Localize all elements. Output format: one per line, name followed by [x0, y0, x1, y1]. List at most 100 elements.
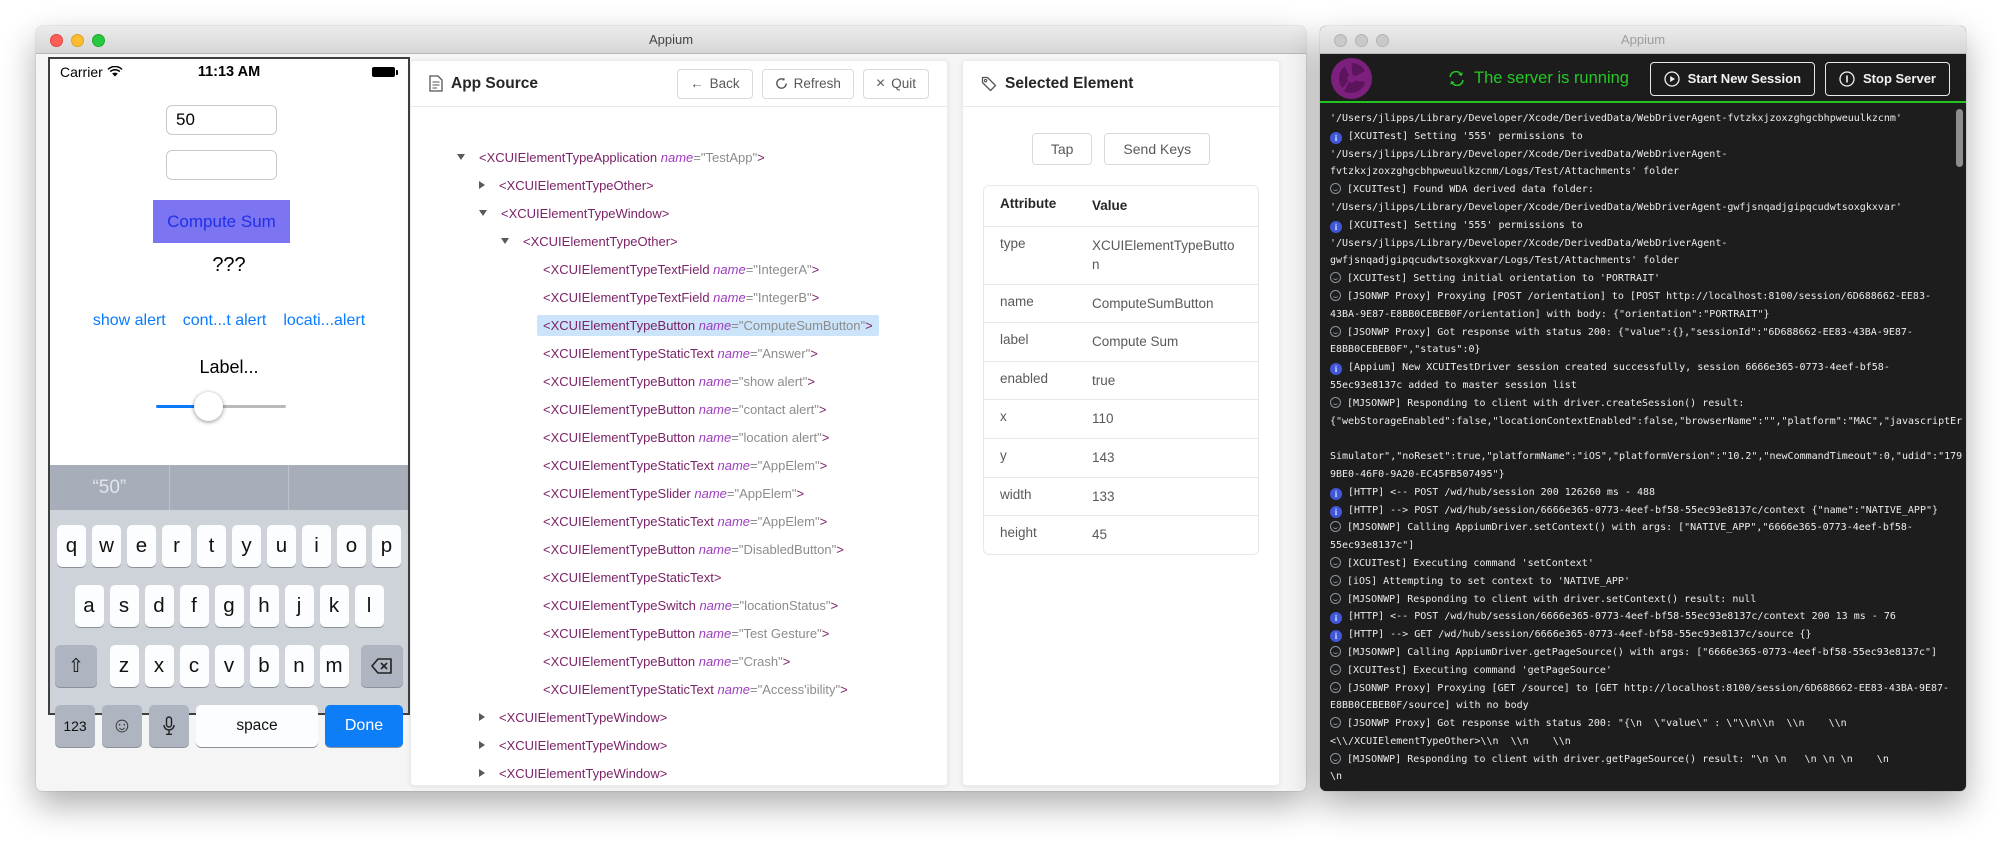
integer-b-field[interactable]	[166, 150, 277, 180]
phone-status-bar: Carrier 11:13 AM	[50, 59, 408, 85]
letter-key[interactable]: q	[57, 525, 86, 567]
done-key[interactable]: Done	[325, 705, 403, 747]
letter-key[interactable]: y	[232, 525, 261, 567]
letter-key[interactable]: a	[74, 585, 104, 627]
tree-node[interactable]: <XCUIElementTypeWindow>	[411, 759, 947, 787]
tree-node[interactable]: <XCUIElementTypeButton name="Test Gestur…	[411, 619, 947, 647]
attribute-name: height	[1000, 525, 1037, 541]
tree-node[interactable]: <XCUIElementTypeButton name="DisabledBut…	[411, 535, 947, 563]
caret-down-icon[interactable]	[457, 154, 465, 160]
letter-key[interactable]: p	[372, 525, 401, 567]
letter-key[interactable]: t	[197, 525, 226, 567]
letter-key[interactable]: v	[214, 645, 244, 687]
tree-node-xml: <XCUIElementTypeSwitch name="locationSta…	[543, 597, 839, 613]
tree-node[interactable]: <XCUIElementTypeWindow>	[411, 731, 947, 759]
tree-node[interactable]: <XCUIElementTypeStaticText name="Access'…	[411, 675, 947, 703]
tree-node-xml: <XCUIElementTypeTextField name="IntegerB…	[543, 289, 820, 305]
shift-key[interactable]: ⇧	[55, 645, 97, 687]
tree-node[interactable]: <XCUIElementTypeSlider name="AppElem">	[411, 479, 947, 507]
server-log[interactable]: '/Users/jlipps/Library/Developer/Xcode/D…	[1320, 103, 1966, 789]
tree-node-xml: <XCUIElementTypeApplication name="TestAp…	[479, 149, 765, 165]
tree-node[interactable]: <XCUIElementTypeStaticText name="Answer"…	[411, 339, 947, 367]
suggestion-item[interactable]: “50”	[50, 465, 169, 510]
info-icon: i	[1330, 505, 1342, 518]
caret-right-icon[interactable]	[479, 713, 485, 721]
dictation-key[interactable]	[149, 705, 189, 747]
info-icon: i	[1330, 363, 1342, 376]
letter-key[interactable]: k	[319, 585, 349, 627]
inspector-window: Appium Carrier 11:13 AM Compute Sum ??? …	[36, 26, 1306, 791]
letter-key[interactable]: d	[144, 585, 174, 627]
tree-node[interactable]: <XCUIElementTypeButton name="show alert"…	[411, 367, 947, 395]
integer-a-field[interactable]	[166, 105, 277, 135]
tree-node[interactable]: <XCUIElementTypeButton name="ComputeSumB…	[411, 311, 947, 339]
caret-down-icon[interactable]	[479, 210, 487, 216]
send-keys-button[interactable]: Send Keys	[1104, 133, 1211, 165]
log-text: [JSONWP Proxy] Got response with status …	[1347, 718, 1847, 730]
quit-button[interactable]: × Quit	[862, 68, 929, 99]
caret-right-icon[interactable]	[479, 181, 485, 189]
letter-key[interactable]: n	[284, 645, 314, 687]
inspector-titlebar[interactable]: Appium	[36, 26, 1306, 54]
device-screenshot[interactable]: Carrier 11:13 AM Compute Sum ??? show al…	[48, 57, 410, 747]
tree-node[interactable]: <XCUIElementTypeStaticText>	[411, 563, 947, 591]
letter-key[interactable]: s	[109, 585, 139, 627]
letter-key[interactable]: w	[92, 525, 121, 567]
caret-down-icon[interactable]	[501, 238, 509, 244]
caret-right-icon[interactable]	[479, 741, 485, 749]
caret-right-icon[interactable]	[479, 769, 485, 777]
emoji-key[interactable]: ☺	[102, 705, 142, 747]
letter-key[interactable]: f	[179, 585, 209, 627]
letter-key[interactable]: b	[249, 645, 279, 687]
scrollbar-thumb[interactable]	[1956, 109, 1963, 167]
letter-key[interactable]: c	[179, 645, 209, 687]
start-new-session-button[interactable]: Start New Session	[1649, 61, 1816, 96]
tree-node[interactable]: <XCUIElementTypeButton name="location al…	[411, 423, 947, 451]
tree-node[interactable]: <XCUIElementTypeTextField name="IntegerA…	[411, 255, 947, 283]
tree-node[interactable]: <XCUIElementTypeOther>	[411, 171, 947, 199]
suggestion-item[interactable]	[288, 465, 408, 510]
server-titlebar[interactable]: Appium	[1320, 26, 1966, 54]
alert-link[interactable]: cont...t alert	[183, 312, 267, 330]
letter-key[interactable]: o	[337, 525, 366, 567]
letter-key[interactable]: e	[127, 525, 156, 567]
refresh-button[interactable]: Refresh	[761, 68, 854, 99]
backspace-key[interactable]	[361, 645, 403, 687]
log-line: <\\/XCUIElementTypeOther>\\n \\n \\n	[1330, 733, 1956, 751]
letter-key[interactable]: g	[214, 585, 244, 627]
letter-key[interactable]: i	[302, 525, 331, 567]
stop-server-button[interactable]: Stop Server	[1825, 61, 1950, 96]
letter-key[interactable]: z	[109, 645, 139, 687]
alert-link[interactable]: locati...alert	[283, 312, 365, 330]
slider[interactable]	[156, 391, 286, 421]
letter-key[interactable]: m	[319, 645, 349, 687]
tree-node[interactable]: <XCUIElementTypeWindow>	[411, 703, 947, 731]
debug-icon	[1330, 574, 1341, 586]
space-key[interactable]: space	[196, 705, 318, 747]
tap-button[interactable]: Tap	[1031, 133, 1093, 165]
tree-node[interactable]: <XCUIElementTypeStaticText name="AppElem…	[411, 451, 947, 479]
back-button[interactable]: ← Back	[677, 68, 753, 99]
alert-link[interactable]: show alert	[93, 312, 166, 330]
tree-node[interactable]: <XCUIElementTypeOther>	[411, 227, 947, 255]
tree-node[interactable]: <XCUIElementTypeStaticText name="AppElem…	[411, 507, 947, 535]
letter-key[interactable]: j	[284, 585, 314, 627]
letter-key[interactable]: x	[144, 645, 174, 687]
tree-node[interactable]: <XCUIElementTypeButton name="contact ale…	[411, 395, 947, 423]
letter-key[interactable]: u	[267, 525, 296, 567]
tree-node[interactable]: <XCUIElementTypeSwitch name="locationSta…	[411, 591, 947, 619]
tree-node[interactable]: <XCUIElementTypeApplication name="TestAp…	[411, 143, 947, 171]
numbers-key[interactable]: 123	[55, 705, 95, 747]
keyboard-suggestion-bar: “50”	[50, 465, 408, 510]
tree-node[interactable]: <XCUIElementTypeTextField name="IntegerB…	[411, 283, 947, 311]
slider-thumb[interactable]	[194, 392, 223, 421]
letter-key[interactable]: r	[162, 525, 191, 567]
letter-key[interactable]: h	[249, 585, 279, 627]
compute-sum-button[interactable]: Compute Sum	[153, 200, 290, 243]
tree-node[interactable]: <XCUIElementTypeWindow>	[411, 199, 947, 227]
letter-key[interactable]: l	[354, 585, 384, 627]
keyboard-row-4: 123 ☺ space Done	[50, 705, 408, 747]
debug-icon	[1330, 752, 1341, 764]
tree-node[interactable]: <XCUIElementTypeButton name="Crash">	[411, 647, 947, 675]
suggestion-item[interactable]	[168, 465, 289, 510]
